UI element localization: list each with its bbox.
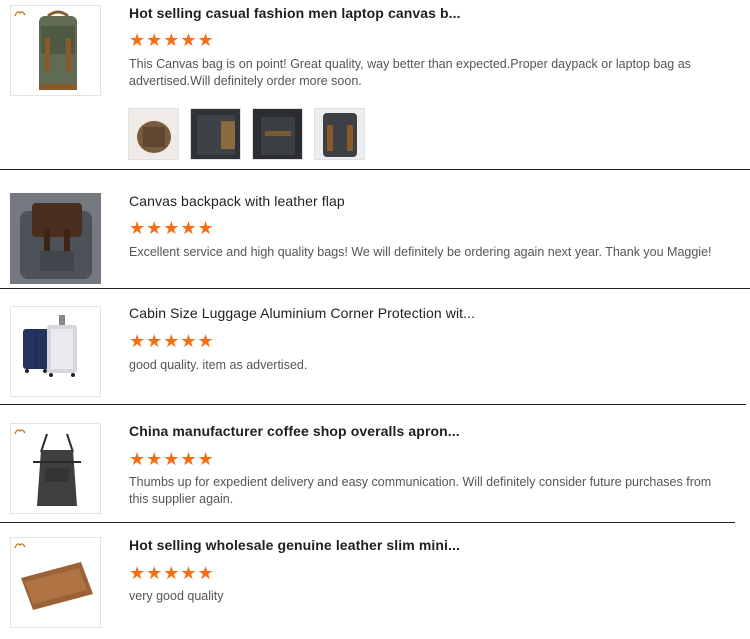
rating-stars: ★★★★★ [129, 30, 215, 50]
brand-logo-icon [14, 9, 26, 17]
review-text: Thumbs up for expedient delivery and eas… [129, 475, 712, 506]
product-thumbnail-luggage[interactable] [10, 306, 101, 397]
product-thumbnail-apron[interactable] [10, 423, 101, 514]
review-photo-3[interactable] [252, 108, 303, 160]
product-thumbnail-wallet[interactable] [10, 537, 101, 628]
review-text: This Canvas bag is on point! Great quali… [129, 57, 691, 88]
review-photo-1[interactable] [128, 108, 179, 160]
product-thumbnail-canvas-backpack-flap[interactable] [10, 193, 101, 284]
review-photo-2[interactable] [190, 108, 241, 160]
review-divider [0, 288, 750, 289]
apron-image [33, 433, 81, 506]
backpack-flap-image [10, 193, 101, 284]
backpack-image [39, 10, 77, 90]
rating-stars: ★★★★★ [129, 331, 215, 351]
review-product-title[interactable]: Hot selling casual fashion men laptop ca… [129, 5, 461, 21]
rating-stars: ★★★★★ [129, 218, 215, 238]
wallet-image [21, 562, 93, 610]
review-product-title[interactable]: Canvas backpack with leather flap [129, 193, 345, 209]
product-thumbnail-canvas-backpack[interactable] [10, 5, 101, 96]
review-photo-4[interactable] [314, 108, 365, 160]
luggage-image [23, 315, 77, 377]
review-product-title[interactable]: China manufacturer coffee shop overalls … [129, 423, 460, 439]
review-divider [0, 522, 735, 523]
review-divider [0, 169, 750, 170]
review-divider [0, 404, 746, 405]
brand-logo-icon [14, 541, 26, 549]
rating-stars: ★★★★★ [129, 449, 215, 469]
review-text: Excellent service and high quality bags!… [129, 245, 712, 259]
review-text: very good quality [129, 589, 224, 603]
review-text: good quality. item as advertised. [129, 358, 308, 372]
review-product-title[interactable]: Hot selling wholesale genuine leather sl… [129, 537, 460, 553]
brand-logo-icon [14, 427, 26, 435]
rating-stars: ★★★★★ [129, 563, 215, 583]
review-product-title[interactable]: Cabin Size Luggage Aluminium Corner Prot… [129, 305, 475, 321]
